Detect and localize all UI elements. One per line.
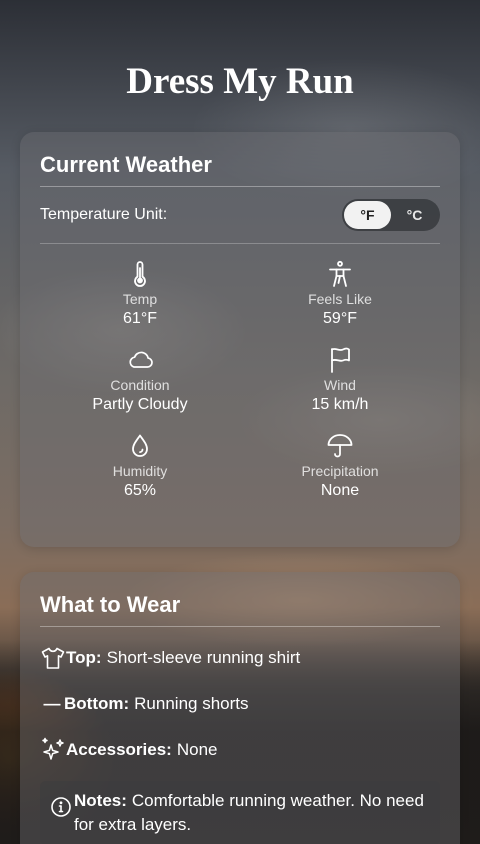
stat-humidity: Humidity 65% — [40, 432, 240, 500]
dash-icon: — — [43, 694, 61, 713]
droplet-icon — [126, 432, 154, 460]
stat-label: Condition — [110, 377, 170, 393]
flag-icon — [326, 346, 354, 374]
what-to-wear-card: What to Wear Top: Short-sleeve running s… — [20, 572, 460, 844]
wear-item-value: Short-sleeve running shirt — [106, 648, 301, 667]
stat-precipitation: Precipitation None — [240, 432, 440, 500]
wear-item-accessories: Accessories: None — [40, 735, 440, 765]
wear-item-label: Accessories: — [66, 740, 172, 759]
cloud-icon — [126, 346, 154, 374]
wear-item-value: Running shorts — [134, 694, 249, 713]
unit-fahrenheit-option[interactable]: °F — [344, 201, 391, 229]
stat-label: Wind — [324, 377, 356, 393]
weather-stats-grid: Temp 61°F Feels Like 59°F Condition Part… — [40, 244, 440, 500]
umbrella-icon — [326, 432, 354, 460]
wear-item-label: Bottom: — [64, 694, 130, 713]
temperature-unit-toggle[interactable]: °F °C — [342, 199, 440, 231]
person-icon — [326, 260, 354, 288]
shirt-icon — [40, 645, 66, 671]
what-to-wear-title: What to Wear — [40, 592, 440, 627]
stat-label: Precipitation — [301, 463, 379, 479]
temperature-unit-label: Temperature Unit: — [40, 206, 168, 223]
temperature-unit-row: Temperature Unit: °F °C — [40, 187, 440, 244]
wear-item-bottom: — Bottom: Running shorts — [40, 689, 440, 719]
wear-item-value: None — [176, 740, 218, 759]
stat-condition: Condition Partly Cloudy — [40, 346, 240, 414]
info-icon — [50, 796, 72, 818]
stat-value: Partly Cloudy — [92, 396, 188, 413]
wear-notes: Notes: Comfortable running weather. No ne… — [40, 781, 440, 844]
wear-item-label: Top: — [66, 648, 102, 667]
wear-item-top: Top: Short-sleeve running shirt — [40, 643, 440, 673]
wear-list: Top: Short-sleeve running shirt — Bottom… — [40, 627, 440, 844]
stat-feels-like: Feels Like 59°F — [240, 260, 440, 328]
stat-temp: Temp 61°F — [40, 260, 240, 328]
stat-value: 65% — [123, 482, 157, 499]
stat-label: Humidity — [112, 463, 168, 479]
stat-value: None — [320, 482, 360, 499]
unit-celsius-option[interactable]: °C — [391, 201, 438, 229]
notes-label: Notes: — [74, 791, 127, 810]
current-weather-card: Current Weather Temperature Unit: °F °C … — [20, 132, 460, 547]
sparkles-icon — [40, 737, 66, 763]
notes-text: Notes: Comfortable running weather. No ne… — [74, 789, 430, 837]
thermometer-icon — [126, 260, 154, 288]
stat-label: Feels Like — [308, 291, 372, 307]
page-title: Dress My Run — [126, 61, 354, 102]
stat-value: 61°F — [123, 310, 157, 327]
stat-value: 59°F — [323, 310, 357, 327]
current-weather-title: Current Weather — [40, 152, 440, 187]
stat-wind: Wind 15 km/h — [240, 346, 440, 414]
stat-label: Temp — [122, 291, 158, 307]
stat-value: 15 km/h — [311, 396, 369, 413]
